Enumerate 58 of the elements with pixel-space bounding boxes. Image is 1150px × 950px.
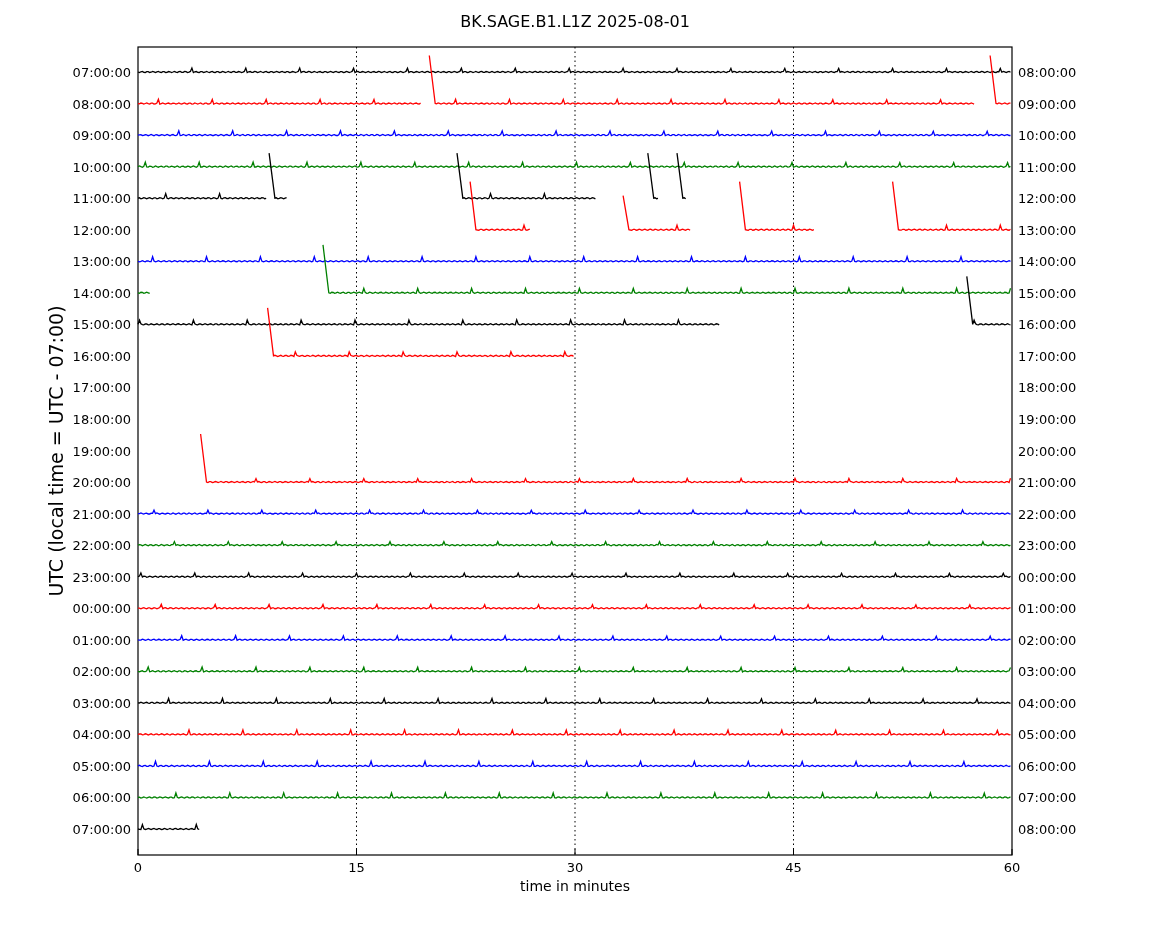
hour-label: 16:00:00 <box>72 348 131 364</box>
hour-label: 18:00:00 <box>1018 380 1077 396</box>
hour-label: 14:00:00 <box>72 285 131 301</box>
hour-label: 20:00:00 <box>72 475 131 491</box>
hour-label: 07:00:00 <box>72 65 131 80</box>
hour-label: 06:00:00 <box>1018 758 1077 774</box>
hour-label: 21:00:00 <box>1018 475 1077 491</box>
hour-label: 08:00:00 <box>1018 65 1077 80</box>
hour-label: 10:00:00 <box>72 159 131 175</box>
hour-label: 14:00:00 <box>1018 254 1077 270</box>
hour-label: 05:00:00 <box>1018 727 1077 743</box>
hour-label: 17:00:00 <box>72 380 131 396</box>
hour-label: 09:00:00 <box>1018 96 1077 112</box>
hour-label: 13:00:00 <box>72 254 131 270</box>
hour-label: 19:00:00 <box>1018 411 1077 427</box>
tick-label: 60 <box>1003 860 1021 875</box>
hour-label: 01:00:00 <box>1018 601 1077 617</box>
hour-label: 08:00:00 <box>1018 822 1077 837</box>
hour-label: 22:00:00 <box>72 538 131 554</box>
hour-label: 21:00:00 <box>72 506 131 522</box>
hour-label: 23:00:00 <box>72 569 131 585</box>
hour-label: 15:00:00 <box>72 317 131 333</box>
tick-label: 30 <box>566 860 584 875</box>
hour-label: 03:00:00 <box>72 695 131 711</box>
hour-label: 10:00:00 <box>1018 128 1077 144</box>
tick-label: 0 <box>133 860 143 875</box>
tick-label: 15 <box>348 860 365 875</box>
hour-label: 00:00:00 <box>1018 569 1077 585</box>
hour-label: 12:00:00 <box>1018 191 1077 207</box>
hour-label: 04:00:00 <box>72 727 131 743</box>
hour-label: 23:00:00 <box>1018 538 1077 554</box>
hour-label: 15:00:00 <box>1018 285 1077 301</box>
axis-title: time in minutes <box>520 878 630 894</box>
hour-label: 11:00:00 <box>72 191 131 207</box>
hour-label: 06:00:00 <box>72 790 131 806</box>
hour-label: 12:00:00 <box>72 222 131 238</box>
hour-label: 01:00:00 <box>72 632 131 648</box>
hour-label: 02:00:00 <box>1018 632 1077 648</box>
hour-label: 22:00:00 <box>1018 506 1077 522</box>
chart-title: BK.SAGE.B1.L1Z 2025-08-01 <box>460 12 690 31</box>
hour-label: 16:00:00 <box>1018 317 1077 333</box>
hour-label: 02:00:00 <box>72 664 131 680</box>
hour-label: 05:00:00 <box>72 758 131 774</box>
hour-label: 08:00:00 <box>72 96 131 112</box>
hour-label: 13:00:00 <box>1018 222 1077 238</box>
hour-label: 17:00:00 <box>1018 348 1077 364</box>
hour-label: 11:00:00 <box>1018 159 1077 175</box>
hour-label: 18:00:00 <box>72 411 131 427</box>
hour-label: 20:00:00 <box>1018 443 1077 459</box>
hour-label: 00:00:00 <box>72 601 131 617</box>
tick-label: 45 <box>785 860 802 875</box>
hour-label: 19:00:00 <box>72 443 131 459</box>
hour-label: 07:00:00 <box>72 822 131 837</box>
hour-label: 04:00:00 <box>1018 695 1077 711</box>
hour-label: 09:00:00 <box>72 128 131 144</box>
hour-label: 03:00:00 <box>1018 664 1077 680</box>
axis-title: UTC (local time = UTC - 07:00) <box>45 305 67 597</box>
hour-label: 07:00:00 <box>1018 790 1077 806</box>
